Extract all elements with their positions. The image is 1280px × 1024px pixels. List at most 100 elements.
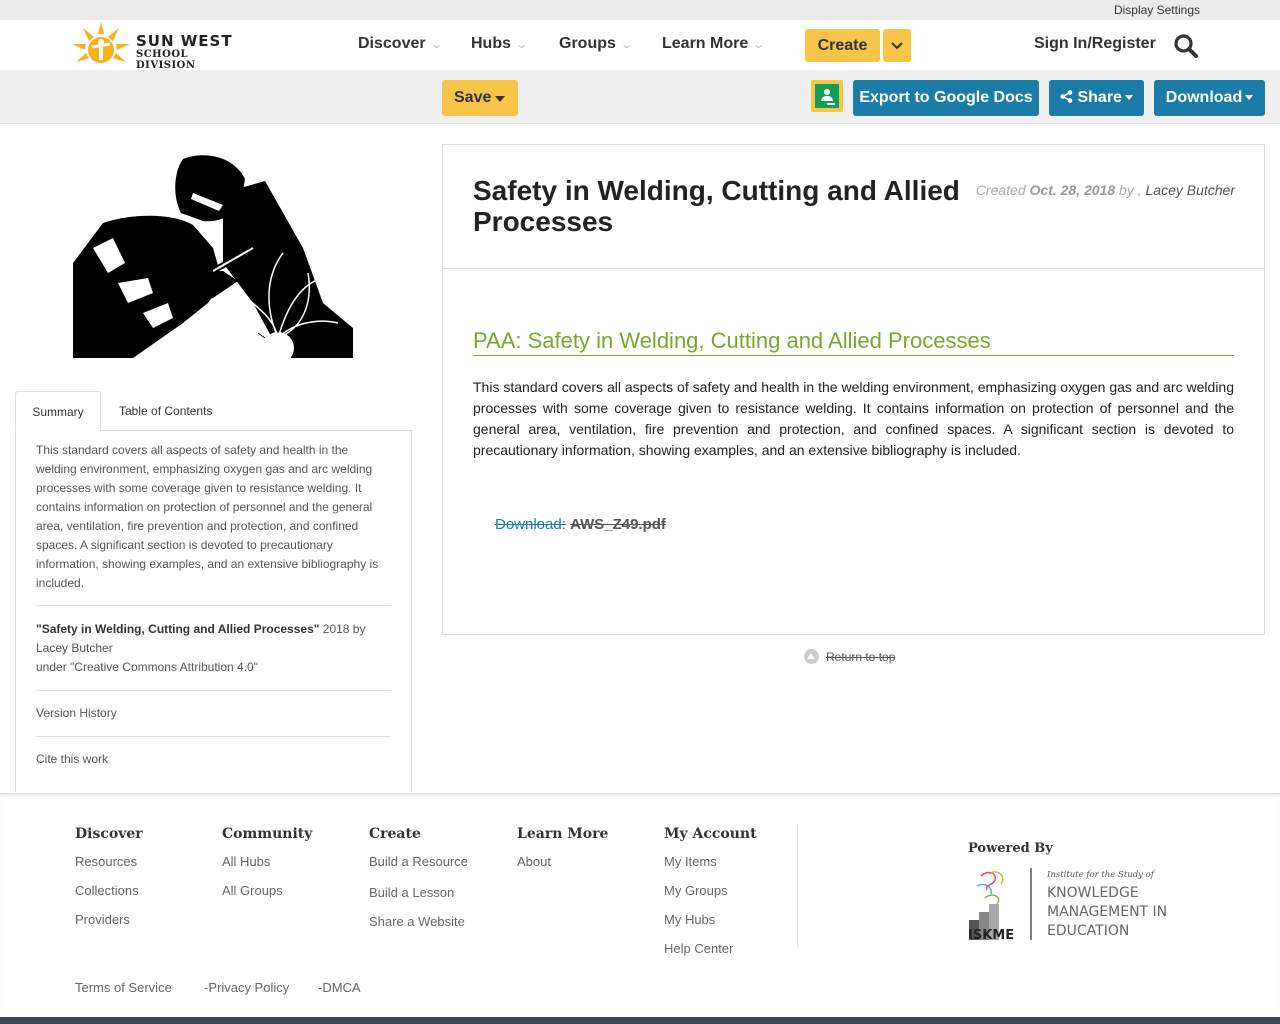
footer-link-share-website[interactable]: Share a Website [369, 914, 468, 943]
iskme-logo[interactable]: ISKME Institute for the Study of KNOWLED… [967, 868, 1172, 943]
footer-col-discover: Discover Resources Collections Providers [75, 826, 143, 941]
footer-heading: Discover [75, 826, 143, 842]
summary-panel: This standard covers all aspects of safe… [15, 430, 412, 792]
sidebar-tabs: Summary Table of Contents [15, 391, 412, 432]
footer-link-collections[interactable]: Collections [75, 883, 143, 912]
footer-link-all-hubs[interactable]: All Hubs [222, 854, 312, 883]
tab-table-of-contents[interactable]: Table of Contents [119, 391, 212, 431]
iskme-mark: ISKME [968, 928, 1014, 943]
caret-down-icon [1124, 95, 1133, 101]
download-button-label: Download [1165, 89, 1243, 106]
save-button-label: Save [454, 89, 492, 106]
arrow-up-icon [804, 649, 819, 664]
create-button[interactable]: Create [805, 29, 880, 62]
chevron-down-icon: ⌄ [515, 39, 529, 51]
footer-link-help-center[interactable]: Help Center [664, 941, 757, 970]
create-dropdown-button[interactable] [883, 29, 911, 62]
share-button-label: Share [1077, 89, 1122, 106]
tab-summary[interactable]: Summary [15, 391, 101, 432]
footer-link-build-resource[interactable]: Build a Resource [369, 854, 468, 885]
logo-name: SUN WEST [136, 32, 233, 50]
main-navigation: SUN WEST SCHOOL DIVISION Discover ⌄ Hubs ⌄… [0, 20, 1280, 71]
download-link-label: Download: [495, 516, 566, 533]
page-title: Safety in Welding, Cutting and Allied Pr… [473, 175, 960, 237]
created-date: Oct. 28, 2018 [1029, 182, 1116, 198]
footer-link-about[interactable]: About [517, 854, 608, 883]
footer-link-my-items[interactable]: My Items [664, 854, 757, 883]
footer-link-my-hubs[interactable]: My Hubs [664, 912, 757, 941]
welder-illustration [73, 153, 353, 358]
document-header: Safety in Welding, Cutting and Allied Pr… [443, 145, 1264, 269]
footer-link-providers[interactable]: Providers [75, 912, 143, 941]
section-title: PAA: Safety in Welding, Cutting and Alli… [473, 328, 1234, 356]
footer-col-create: Create Build a Resource Build a Lesson S… [369, 826, 468, 943]
caret-down-icon [1245, 95, 1254, 101]
return-to-top-label: Return to top [826, 650, 896, 664]
divider [36, 605, 391, 606]
created-by: by , [1119, 182, 1142, 198]
share-icon [1060, 90, 1073, 103]
share-button[interactable]: Share [1049, 80, 1144, 116]
footer-link-resources[interactable]: Resources [75, 854, 143, 883]
footer-heading: Learn More [517, 826, 609, 842]
download-file-name: AWS_Z49.pdf [570, 516, 666, 533]
nav-discover-label: Discover [358, 35, 426, 52]
nav-learn-more[interactable]: Learn More ⌄ [662, 35, 766, 53]
download-button[interactable]: Download [1154, 80, 1265, 116]
attribution-license: under "Creative Commons Attribution 4.0" [36, 660, 258, 674]
summary-text: This standard covers all aspects of safe… [36, 443, 379, 590]
logo-subname: SCHOOL DIVISION [136, 49, 196, 71]
footer-link-all-groups[interactable]: All Groups [222, 883, 312, 912]
footer-link-build-lesson[interactable]: Build a Lesson [369, 885, 468, 914]
version-history-link[interactable]: Version History [36, 706, 117, 720]
divider [36, 736, 391, 737]
document-card: Safety in Welding, Cutting and Allied Pr… [442, 144, 1265, 635]
attribution-title: "Safety in Welding, Cutting and Allied P… [36, 622, 320, 636]
footer-col-community: Community All Hubs All Groups [222, 826, 312, 912]
sun-logo-icon [72, 22, 130, 63]
nav-discover[interactable]: Discover ⌄ [358, 35, 443, 53]
footer-heading: My Account [664, 826, 757, 842]
iskme-tagline: Institute for the Study of [1046, 870, 1156, 880]
nav-groups[interactable]: Groups ⌄ [559, 35, 633, 53]
document-body: This standard covers all aspects of safe… [473, 379, 1234, 458]
footer-col-my-account: My Account My Items My Groups My Hubs He… [664, 826, 757, 970]
nav-learn-more-label: Learn More [662, 35, 749, 52]
save-button[interactable]: Save [442, 80, 518, 116]
footer-link-my-groups[interactable]: My Groups [664, 883, 757, 912]
footer-heading: Community [222, 826, 313, 842]
chevron-down-icon [891, 42, 903, 50]
sun-west-logo[interactable]: SUN WEST SCHOOL DIVISION [70, 20, 240, 71]
footer-heading: Create [369, 826, 421, 842]
privacy-policy-link[interactable]: -Privacy Policy [204, 980, 289, 995]
nav-hubs[interactable]: Hubs ⌄ [471, 35, 529, 53]
footer: Discover Resources Collections Providers… [0, 793, 1280, 1024]
caret-down-icon [495, 96, 505, 102]
return-to-top-link[interactable]: Return to top [804, 649, 895, 664]
download-file-link[interactable]: Download: AWS_Z49.pdf [495, 516, 666, 533]
google-classroom-button[interactable] [811, 80, 843, 112]
footer-divider [797, 824, 798, 948]
created-info: Created Oct. 28, 2018 by , Lacey Butcher [976, 182, 1235, 198]
display-settings-link[interactable]: Display Settings [1114, 3, 1200, 17]
sign-in-register-link[interactable]: Sign In/Register [1034, 35, 1156, 53]
nav-groups-label: Groups [559, 35, 616, 52]
attribution: "Safety in Welding, Cutting and Allied P… [36, 620, 392, 677]
nav-hubs-label: Hubs [471, 35, 511, 52]
created-label: Created [975, 182, 1026, 198]
terms-of-service-link[interactable]: Terms of Service [75, 980, 172, 995]
dmca-link[interactable]: -DMCA [318, 980, 361, 995]
resource-toolbar: Save Export to Google Docs Share Downloa… [0, 70, 1280, 124]
divider [36, 690, 391, 691]
iskme-line3: EDUCATION [1047, 923, 1129, 939]
chevron-down-icon: ⌄ [752, 39, 766, 51]
search-icon[interactable] [1173, 33, 1199, 59]
author-link[interactable]: Lacey Butcher [1146, 182, 1236, 198]
chevron-down-icon: ⌄ [620, 39, 633, 51]
iskme-line2: MANAGEMENT IN [1047, 904, 1167, 920]
powered-by-label: Powered By [968, 841, 1053, 856]
bottom-strip [0, 1017, 1280, 1024]
export-google-docs-button[interactable]: Export to Google Docs [853, 80, 1039, 116]
cite-this-work-link[interactable]: Cite this work [36, 752, 108, 766]
google-classroom-icon [815, 84, 839, 108]
